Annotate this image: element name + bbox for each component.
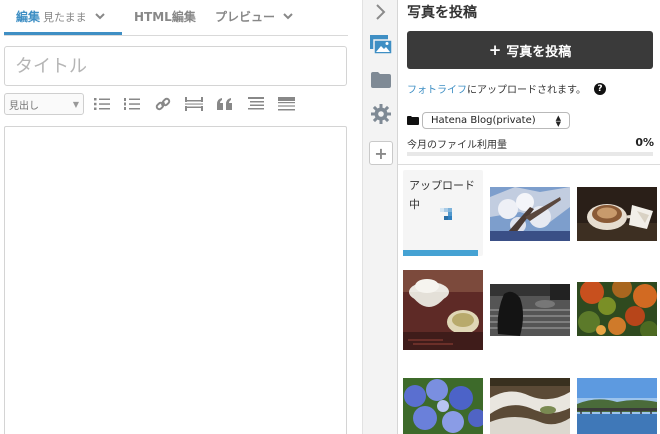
title-input[interactable] bbox=[4, 46, 347, 86]
read-more-icon[interactable] bbox=[184, 94, 204, 114]
body-editor[interactable] bbox=[4, 126, 347, 434]
upload-progress-bar bbox=[403, 250, 479, 256]
fotolife-link[interactable]: フォトライフ bbox=[407, 81, 467, 96]
photo-thumbnail[interactable] bbox=[490, 378, 570, 434]
photo-thumbnail[interactable] bbox=[577, 282, 657, 336]
tab-label: HTML編集 bbox=[134, 10, 196, 24]
numbered-list-icon[interactable] bbox=[122, 94, 142, 114]
tab-wysiwyg[interactable]: 編集 見たまま bbox=[16, 8, 105, 25]
usage-label: 今月のファイル利用量 bbox=[407, 140, 507, 151]
editor-tabs: 編集 見たまま HTML編集 プレビュー bbox=[4, 0, 348, 36]
photo-thumbnail[interactable] bbox=[403, 378, 483, 434]
chevron-down-icon bbox=[283, 10, 293, 23]
gear-icon[interactable] bbox=[369, 102, 393, 126]
plus-icon[interactable]: + bbox=[369, 141, 393, 165]
photo-icon[interactable] bbox=[369, 32, 393, 56]
tab-label: プレビュー bbox=[215, 10, 276, 24]
table-of-contents-icon[interactable] bbox=[246, 94, 266, 114]
table-icon[interactable] bbox=[276, 94, 296, 114]
updown-arrows-icon: ▲ ▼ bbox=[555, 113, 561, 128]
tab-html[interactable]: HTML編集 bbox=[134, 8, 196, 25]
folder-icon bbox=[407, 116, 419, 125]
heading-select-value: 見出し bbox=[9, 100, 39, 112]
photo-thumbnail[interactable] bbox=[577, 378, 657, 434]
editor-pane: 編集 見たまま HTML編集 プレビュー 見出し ▼ bbox=[0, 0, 362, 434]
tab-sub-label: 見たまま bbox=[43, 10, 87, 24]
panel-title: 写真を投稿 bbox=[407, 5, 477, 21]
heading-select[interactable]: 見出し ▼ bbox=[4, 93, 84, 115]
upload-note-text: にアップロードされます。 bbox=[467, 85, 586, 96]
blog-select-value: Hatena Blog(private) bbox=[431, 115, 536, 126]
tab-preview[interactable]: プレビュー bbox=[215, 8, 293, 25]
post-photo-label: 写真を投稿 bbox=[506, 44, 572, 60]
photo-thumbnail[interactable] bbox=[490, 187, 570, 241]
plus-icon: + bbox=[488, 41, 502, 59]
tab-label: 編集 bbox=[16, 10, 41, 24]
active-tab-indicator bbox=[4, 32, 122, 35]
link-icon[interactable] bbox=[153, 94, 173, 114]
divider bbox=[398, 164, 660, 165]
bullet-list-icon[interactable] bbox=[92, 94, 112, 114]
blog-select[interactable]: Hatena Blog(private) ▲ ▼ bbox=[422, 112, 570, 129]
folder-icon[interactable] bbox=[369, 68, 393, 92]
quote-icon[interactable] bbox=[215, 94, 235, 114]
loading-spinner-icon bbox=[440, 208, 452, 220]
collapse-chevron-icon[interactable] bbox=[369, 0, 393, 24]
photo-thumbnail[interactable] bbox=[403, 270, 483, 350]
help-icon[interactable]: ? bbox=[594, 82, 606, 95]
usage-percent: 0% bbox=[635, 136, 654, 149]
post-photo-button[interactable]: + 写真を投稿 bbox=[407, 31, 653, 69]
caret-down-icon: ▼ bbox=[72, 99, 79, 109]
photo-thumbnail[interactable] bbox=[490, 284, 570, 336]
photo-panel: 写真を投稿 + 写真を投稿 フォトライフ にアップロードされます。 ? Hate… bbox=[398, 0, 660, 434]
format-toolbar: 見出し ▼ bbox=[4, 93, 348, 117]
uploading-tile: アップロード中 bbox=[403, 170, 483, 256]
chevron-down-icon bbox=[94, 10, 105, 23]
upload-note: フォトライフ にアップロードされます。 ? bbox=[407, 81, 606, 96]
usage-bar bbox=[407, 152, 653, 156]
sidebar-icon-column: + bbox=[362, 0, 398, 434]
photo-thumbnail[interactable] bbox=[577, 187, 657, 241]
